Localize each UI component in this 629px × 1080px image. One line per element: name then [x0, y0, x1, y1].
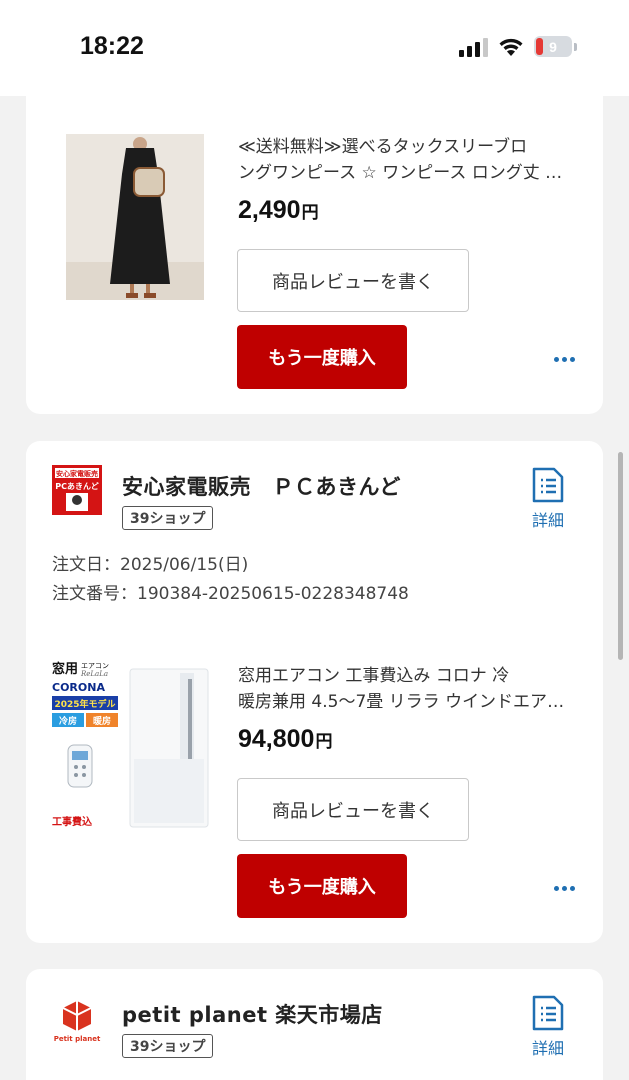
signal-icon [459, 37, 488, 57]
svg-text:PCあきんど: PCあきんど [55, 481, 99, 491]
battery-level: 9 [549, 38, 557, 55]
svg-text:暖房: 暖房 [93, 715, 111, 727]
svg-text:CORONA: CORONA [52, 681, 105, 694]
buy-again-button[interactable]: もう一度購入 [237, 854, 407, 918]
more-options-icon[interactable] [554, 357, 575, 362]
write-review-button[interactable]: 商品レビューを書く [237, 778, 469, 841]
detail-button[interactable]: 詳細 [523, 995, 573, 1059]
scrollbar-thumb[interactable] [618, 452, 623, 660]
status-icons: 9 [459, 36, 577, 57]
buy-again-button[interactable]: もう一度購入 [237, 325, 407, 389]
detail-button[interactable]: 詳細 [523, 467, 573, 531]
order-card-3: Petit planet petit planet 楽天市場店 39ショップ 詳… [26, 969, 603, 1080]
product-title[interactable]: 窓用エアコン 工事費込み コロナ 冷 暖房兼用 4.5〜7畳 リララ ウインドエ… [238, 663, 578, 715]
shop-logo-petit-planet[interactable]: Petit planet [52, 995, 102, 1045]
detail-label: 詳細 [531, 511, 564, 530]
order-card-1: ≪送料無料≫選べるタックスリーブロ ングワンピース ☆ ワンピース ロング丈 レ… [26, 80, 603, 414]
product-price: 94,800円 [238, 725, 333, 753]
status-time: 18:22 [80, 32, 144, 60]
shop-badge-39: 39ショップ [122, 1034, 214, 1058]
svg-text:2025年モデル: 2025年モデル [54, 698, 115, 710]
battery-icon: 9 [534, 36, 577, 57]
product-image-aircon[interactable]: 窓用 エアコン ReLaLa CORONA 2025年モデル 冷房 暖房 工事費… [50, 659, 210, 831]
shop-logo-pc-akindo[interactable]: 安心家電販売 PCあきんど [52, 465, 102, 515]
svg-text:Petit planet: Petit planet [54, 1035, 101, 1043]
order-number: 注文番号：190384-20250615-0228348748 [52, 584, 409, 604]
more-options-icon[interactable] [554, 886, 575, 891]
svg-text:エアコン: エアコン [81, 662, 109, 670]
document-icon [532, 995, 564, 1031]
detail-label: 詳細 [531, 1039, 564, 1058]
order-card-2: 安心家電販売 PCあきんど 安心家電販売 ＰＣあきんど 39ショップ 詳細 注文… [26, 441, 603, 943]
product-price: 2,490円 [238, 196, 319, 224]
svg-text:安心家電販売: 安心家電販売 [56, 469, 98, 478]
order-meta: 注文日：2025/06/15(日) 注文番号：190384-20250615-0… [52, 551, 409, 609]
svg-text:窓用: 窓用 [52, 661, 78, 677]
svg-text:ReLaLa: ReLaLa [80, 670, 108, 678]
shop-name[interactable]: 安心家電販売 ＰＣあきんど [122, 471, 401, 501]
shop-badge-39: 39ショップ [122, 506, 214, 530]
wifi-icon [499, 38, 523, 56]
svg-text:工事費込: 工事費込 [52, 815, 92, 828]
document-icon [532, 467, 564, 503]
shop-name[interactable]: petit planet 楽天市場店 [122, 999, 383, 1029]
svg-text:冷房: 冷房 [59, 715, 77, 727]
write-review-button[interactable]: 商品レビューを書く [237, 249, 469, 312]
product-image-dress[interactable] [66, 134, 204, 300]
order-date: 注文日：2025/06/15(日) [52, 555, 249, 575]
product-title[interactable]: ≪送料無料≫選べるタックスリーブロ ングワンピース ☆ ワンピース ロング丈 レ… [238, 134, 578, 186]
